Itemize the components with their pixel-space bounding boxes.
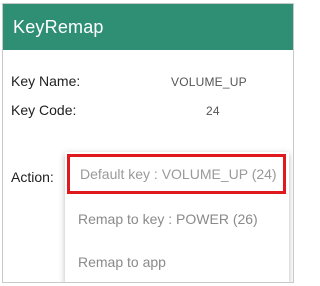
- option-remap-to-key[interactable]: Remap to key : POWER (26): [65, 199, 289, 239]
- option-remap-to-app[interactable]: Remap to app: [65, 242, 289, 282]
- key-name-value: VOLUME_UP: [171, 75, 247, 89]
- app-bar: KeyRemap: [3, 4, 293, 50]
- key-name-label: Key Name:: [11, 73, 81, 89]
- action-label: Action:: [11, 169, 54, 185]
- key-code-value: 24: [206, 104, 220, 118]
- option-default-key[interactable]: Default key : VOLUME_UP (24): [67, 154, 286, 194]
- app-title: KeyRemap: [13, 17, 104, 37]
- action-dropdown-menu: Default key : VOLUME_UP (24) Remap to ke…: [65, 152, 289, 282]
- screen: KeyRemap Key Name: VOLUME_UP Key Code: 2…: [2, 3, 294, 283]
- key-code-label: Key Code:: [11, 102, 77, 118]
